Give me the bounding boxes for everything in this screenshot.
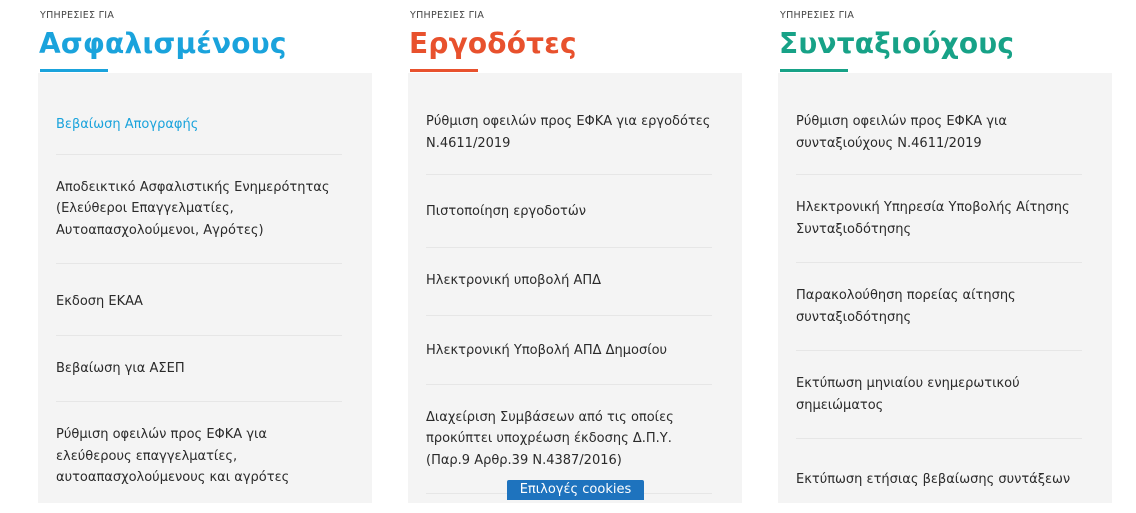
title-underline bbox=[780, 69, 848, 72]
services-panel: Βεβαίωση Απογραφής Αποδεικτικό Ασφαλιστι… bbox=[38, 73, 372, 503]
service-link-text[interactable]: Εκτύπωση ετήσιας βεβαίωσης συντάξεων bbox=[796, 472, 1070, 487]
service-link[interactable]: Παρακολούθηση πορείας αίτησης συνταξιοδό… bbox=[796, 263, 1082, 351]
service-link-text[interactable]: Ηλεκτρονική Υποβολή ΑΠΔ Δημοσίου bbox=[426, 343, 667, 358]
service-link[interactable]: Βεβαίωση Απογραφής bbox=[56, 73, 342, 155]
service-link[interactable]: Βεβαίωση για ΑΣΕΠ bbox=[56, 336, 342, 402]
service-link[interactable]: Εκτύπωση μηνιαίου ενημερωτικού σημειώματ… bbox=[796, 351, 1082, 439]
service-link[interactable]: Ηλεκτρονική Υποβολή ΑΠΔ Δημοσίου bbox=[426, 316, 712, 385]
services-list: Ρύθμιση οφειλών προς ΕΦΚΑ για συνταξιούχ… bbox=[778, 73, 1112, 513]
service-link-text[interactable]: Εκδοση ΕΚΑΑ bbox=[56, 294, 143, 309]
service-link[interactable]: Ηλεκτρονική υποβολή ΑΠΔ bbox=[426, 248, 712, 316]
service-link-text[interactable]: Εκτύπωση μηνιαίου ενημερωτικού σημειώματ… bbox=[796, 376, 1020, 413]
service-link-text[interactable]: Αποδεικτικό Ασφαλιστικής Ενημερότητας (Ε… bbox=[56, 180, 330, 238]
service-link[interactable]: Εκδοση ΕΚΑΑ bbox=[56, 264, 342, 336]
service-link[interactable]: Ηλεκτρονική Υπηρεσία Υποβολής Αίτησης Συ… bbox=[796, 175, 1082, 263]
service-link-text[interactable]: Ηλεκτρονική Υπηρεσία Υποβολής Αίτησης Συ… bbox=[796, 200, 1070, 237]
column-title: Ασφαλισμένους bbox=[39, 27, 287, 60]
service-link[interactable]: Πιστοποίηση εργοδοτών bbox=[426, 175, 712, 248]
service-link[interactable]: Εκτύπωση ετήσιας βεβαίωσης συντάξεων bbox=[796, 439, 1082, 513]
services-panel: Ρύθμιση οφειλών προς ΕΦΚΑ για συνταξιούχ… bbox=[778, 73, 1112, 503]
column-title: Εργοδότες bbox=[409, 27, 577, 60]
service-link-text[interactable]: Ρύθμιση οφειλών προς ΕΦΚΑ για ελεύθερους… bbox=[56, 427, 289, 485]
cookie-options-button[interactable]: Επιλογές cookies bbox=[507, 480, 644, 500]
service-link[interactable]: Αποδεικτικό Ασφαλιστικής Ενημερότητας (Ε… bbox=[56, 155, 342, 264]
services-list: Ρύθμιση οφειλών προς ΕΦΚΑ για εργοδότες … bbox=[408, 73, 742, 494]
column-eyebrow: ΥΠΗΡΕΣΙΕΣ ΓΙΑ bbox=[410, 10, 485, 21]
service-link-text[interactable]: Ρύθμιση οφειλών προς ΕΦΚΑ για συνταξιούχ… bbox=[796, 114, 1007, 151]
services-list: Βεβαίωση Απογραφής Αποδεικτικό Ασφαλιστι… bbox=[38, 73, 372, 511]
service-link-text[interactable]: Ηλεκτρονική υποβολή ΑΠΔ bbox=[426, 273, 601, 288]
service-link-text[interactable]: Διαχείριση Συμβάσεων από τις οποίες προκ… bbox=[426, 410, 674, 468]
column-title: Συνταξιούχους bbox=[779, 27, 1015, 60]
service-link[interactable]: Ρύθμιση οφειλών προς ΕΦΚΑ για συνταξιούχ… bbox=[796, 73, 1082, 175]
service-link-text[interactable]: Ρύθμιση οφειλών προς ΕΦΚΑ για εργοδότες … bbox=[426, 114, 710, 151]
service-link-text[interactable]: Παρακολούθηση πορείας αίτησης συνταξιοδό… bbox=[796, 288, 1016, 325]
title-underline bbox=[40, 69, 108, 72]
services-panel: Ρύθμιση οφειλών προς ΕΦΚΑ για εργοδότες … bbox=[408, 73, 742, 503]
column-eyebrow: ΥΠΗΡΕΣΙΕΣ ΓΙΑ bbox=[40, 10, 115, 21]
service-link[interactable]: Ρύθμιση οφειλών προς ΕΦΚΑ για ελεύθερους… bbox=[56, 402, 342, 511]
service-link-text[interactable]: Βεβαίωση Απογραφής bbox=[56, 117, 198, 132]
service-link-text[interactable]: Βεβαίωση για ΑΣΕΠ bbox=[56, 361, 185, 376]
column-eyebrow: ΥΠΗΡΕΣΙΕΣ ΓΙΑ bbox=[780, 10, 855, 21]
service-link[interactable]: Διαχείριση Συμβάσεων από τις οποίες προκ… bbox=[426, 385, 712, 494]
service-link[interactable]: Ρύθμιση οφειλών προς ΕΦΚΑ για εργοδότες … bbox=[426, 73, 712, 175]
title-underline bbox=[410, 69, 478, 72]
service-link-text[interactable]: Πιστοποίηση εργοδοτών bbox=[426, 204, 586, 219]
